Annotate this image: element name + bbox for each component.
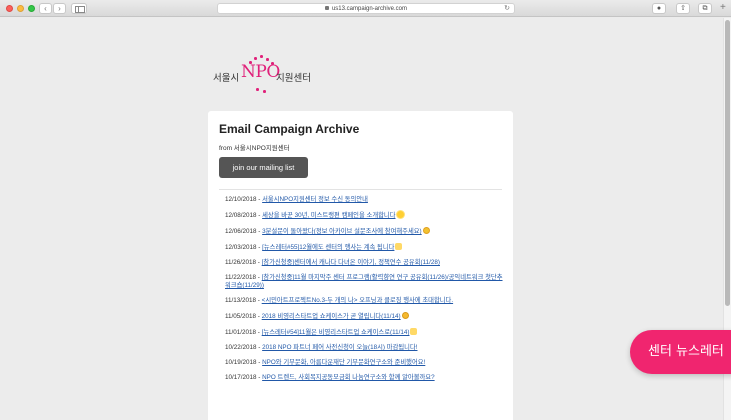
extension-button[interactable]: ● xyxy=(652,3,666,14)
logo-dot xyxy=(249,61,252,64)
list-item: 12/06/2018 - 3분설문이 돌아왔다(정보 아카이브 설문조사에 참여… xyxy=(225,227,505,236)
campaign-date: 11/05/2018 xyxy=(225,313,257,320)
raised-hands-emoji-icon xyxy=(410,328,418,335)
forward-button[interactable]: › xyxy=(53,3,66,14)
campaign-date: 10/22/2018 xyxy=(225,344,257,351)
campaign-date: 11/13/2018 xyxy=(225,297,257,304)
campaign-link[interactable]: [참가신청중]센터에서 캐나다 다녀온 이야기, 정책연수 공유회(11/28) xyxy=(262,259,440,266)
campaign-date: 11/26/2018 xyxy=(225,259,257,266)
newsletter-floating-button[interactable]: 센터 뉴스레터 xyxy=(630,330,731,374)
list-item: 12/08/2018 - 세상을 바꾼 30년, 미스트랭편 캠페인을 소개합니… xyxy=(225,211,505,220)
divider xyxy=(219,189,502,190)
campaign-date: 12/10/2018 xyxy=(225,196,257,203)
campaign-date: 10/19/2018 xyxy=(225,359,257,366)
logo-dot xyxy=(260,55,263,58)
sun-emoji-icon xyxy=(396,211,404,218)
list-item: 11/26/2018 - [참가신청중]센터에서 캐나다 다녀온 이야기, 정책… xyxy=(225,259,440,266)
reload-icon[interactable]: ↻ xyxy=(504,4,510,14)
address-bar[interactable]: us13.campaign-archive.com ↻ xyxy=(217,3,515,14)
campaign-link[interactable]: 2018 비영리스타트업 쇼케이스가 곧 열립니다(11/14) xyxy=(262,313,401,320)
list-item: 10/19/2018 - NPO와 기부문화, 아름다운재단 기부문화연구소와 … xyxy=(225,359,426,366)
campaign-link[interactable]: 3분설문이 돌아왔다(정보 아카이브 설문조사에 참여해주세요) xyxy=(262,228,422,235)
campaign-date: 12/08/2018 xyxy=(225,212,257,219)
list-item: 10/22/2018 - 2018 NPO 파트너 페어 사전신청이 오늘(18… xyxy=(225,344,418,351)
join-mailing-list-button[interactable]: join our mailing list xyxy=(219,157,308,178)
smile-emoji-icon xyxy=(401,312,409,319)
campaign-link[interactable]: [뉴스레터#55]12월에도 센터의 행사는 계속 됩니다 xyxy=(262,244,394,251)
lock-icon xyxy=(324,6,329,10)
campaign-link[interactable]: [참가신청중]11월 마지막주 센터 프로그램(활력향연 연구 공유회(11/2… xyxy=(225,274,503,289)
org-logo: 서울시 NPO 지원센터 xyxy=(213,52,323,93)
campaign-link[interactable]: 서울시NPO지원센터 정보 수신 동의안내 xyxy=(262,196,368,203)
campaign-link[interactable]: <시민아트프로젝트No.3-두 개의 나> 오프닝과 클로징 행사에 초대합니다… xyxy=(262,297,453,304)
list-item: 11/05/2018 - 2018 비영리스타트업 쇼케이스가 곧 열립니다(1… xyxy=(225,312,505,321)
chevron-left-icon: ‹ xyxy=(44,4,47,13)
list-item: 10/17/2018 - NPO 트렌드, 사회복지공동모금회 나눔연구소와 함… xyxy=(225,374,435,381)
browser-toolbar: ‹ › us13.campaign-archive.com ↻ ● ⇧ ⧉ + xyxy=(0,0,731,17)
campaign-date: 11/01/2018 xyxy=(225,329,257,336)
url-text: us13.campaign-archive.com xyxy=(331,6,408,12)
minimize-window-button[interactable] xyxy=(17,5,24,12)
logo-npo-mark: NPO xyxy=(241,62,280,82)
close-window-button[interactable] xyxy=(6,5,13,12)
list-item: 12/03/2018 - [뉴스레터#55]12월에도 센터의 행사는 계속 됩… xyxy=(225,243,505,252)
share-button[interactable]: ⇧ xyxy=(676,3,690,14)
zoom-window-button[interactable] xyxy=(28,5,35,12)
campaign-date: 12/03/2018 xyxy=(225,244,257,251)
scroll-thumb[interactable] xyxy=(725,20,730,306)
campaign-link[interactable]: 세상을 바꾼 30년, 미스트랭편 캠페인을 소개합니다 xyxy=(262,212,395,219)
campaign-date: 10/17/2018 xyxy=(225,374,257,381)
archive-title: Email Campaign Archive xyxy=(219,122,360,136)
list-item: 11/13/2018 - <시민아트프로젝트No.3-두 개의 나> 오프닝과 … xyxy=(225,297,454,304)
newsletter-button-label: 센터 뉴스레터 xyxy=(648,344,724,359)
chevron-right-icon: › xyxy=(58,4,61,13)
list-item: 12/10/2018 - 서울시NPO지원센터 정보 수신 동의안내 xyxy=(225,196,368,203)
archive-card: Email Campaign Archive from 서울시NPO지원센터 j… xyxy=(208,111,513,420)
list-item: 11/01/2018 - [뉴스레터#54]11월은 비영리스타트업 쇼케이스로… xyxy=(225,328,505,337)
sidebar-toggle-button[interactable] xyxy=(71,3,87,14)
campaign-link[interactable]: 2018 NPO 파트너 페어 사전신청이 오늘(18시) 마감됩니다! xyxy=(262,344,417,351)
archive-sender: from 서울시NPO지원센터 xyxy=(219,145,290,152)
heart-eyes-emoji-icon xyxy=(422,227,430,234)
campaign-date: 11/22/2018 xyxy=(225,274,257,281)
logo-dot xyxy=(263,90,266,93)
tab-overview-button[interactable]: ⧉ xyxy=(698,3,712,14)
raised-hands-emoji-icon xyxy=(395,243,403,250)
logo-dot xyxy=(271,62,274,65)
logo-dot xyxy=(266,58,269,61)
campaign-link[interactable]: NPO 트렌드, 사회복지공동모금회 나눔연구소와 함께 알아볼까요? xyxy=(262,374,434,381)
back-button[interactable]: ‹ xyxy=(39,3,52,14)
campaign-date: 12/06/2018 xyxy=(225,228,257,235)
logo-dot xyxy=(254,57,257,60)
logo-text-left: 서울시 xyxy=(213,73,240,84)
list-item: 11/22/2018 - [참가신청중]11월 마지막주 센터 프로그램(활력향… xyxy=(225,274,503,289)
logo-dot xyxy=(256,88,259,91)
logo-text-right: 지원센터 xyxy=(276,73,311,84)
new-tab-button[interactable]: + xyxy=(720,3,726,13)
campaign-link[interactable]: [뉴스레터#54]11월은 비영리스타트업 쇼케이스로(11/14) xyxy=(262,329,410,336)
campaign-list: 12/10/2018 - 서울시NPO지원센터 정보 수신 동의안내 12/08… xyxy=(225,196,505,389)
campaign-link[interactable]: NPO와 기부문화, 아름다운재단 기부문화연구소와 준비했어요! xyxy=(262,359,425,366)
